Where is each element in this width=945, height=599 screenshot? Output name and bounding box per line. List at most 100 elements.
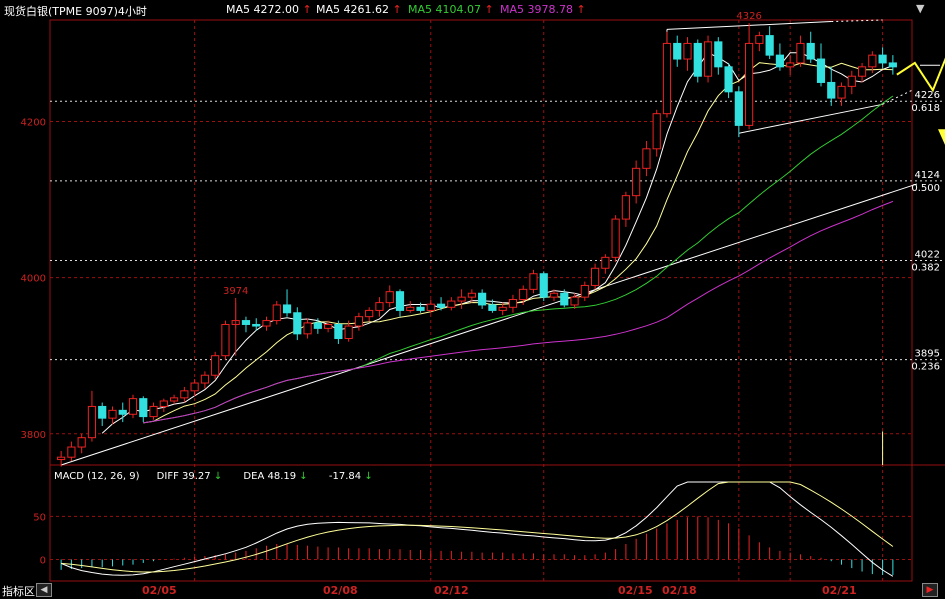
- candle-body: [395, 291, 405, 311]
- candle-body: [149, 405, 158, 418]
- candle-body: [508, 298, 518, 308]
- candle-body: [642, 148, 651, 169]
- fib-ratio-label: 0.618: [911, 103, 940, 114]
- candle-body: [806, 42, 815, 60]
- candle-body: [108, 409, 117, 419]
- candle-body: [601, 256, 610, 269]
- candle-body: [354, 316, 364, 327]
- fib-price-label: 4124: [915, 170, 940, 181]
- projection-path: [896, 57, 945, 93]
- candle-body: [282, 304, 292, 314]
- date-label: 02/21: [822, 584, 857, 597]
- candle-body: [570, 296, 579, 306]
- candle-body: [272, 304, 281, 322]
- macd-dea-line: [61, 481, 894, 573]
- price-tick-label: 3800: [21, 430, 46, 441]
- candle-body: [560, 292, 569, 306]
- channel-bottom-extension: [882, 89, 913, 105]
- candle-body: [385, 291, 394, 304]
- date-label: 02/18: [662, 584, 697, 597]
- candle-body: [436, 303, 446, 308]
- date-label: 02/05: [142, 584, 177, 597]
- candle-body: [652, 113, 661, 150]
- candle-body: [87, 405, 97, 439]
- dropdown-icon[interactable]: ▼: [916, 2, 924, 15]
- grid-lines: [49, 19, 945, 582]
- ma-legend-3: MA5 4104.07 ↑: [408, 3, 494, 16]
- price-chart: 42260.61841240.50040220.38238950.236 380…: [21, 11, 945, 582]
- scroll-left-button[interactable]: ◀: [36, 583, 52, 597]
- ma-line-medium: [143, 62, 893, 424]
- ma-legend-4: MA5 3978.78 ↑: [500, 3, 586, 16]
- candle-body: [406, 306, 415, 311]
- candle-body: [847, 75, 856, 87]
- price-tick-label: 4000: [21, 274, 46, 285]
- candle-body: [529, 273, 538, 290]
- candle-body: [241, 320, 251, 325]
- fib-price-label: 3895: [915, 349, 940, 360]
- candle-body: [693, 42, 702, 77]
- fib-ratio-label: 0.236: [911, 362, 940, 373]
- candle-body: [211, 355, 220, 376]
- candle-body: [67, 446, 76, 458]
- date-label: 02/15: [618, 584, 653, 597]
- candle-body: [775, 54, 785, 68]
- candle-body: [303, 322, 312, 335]
- candle-body: [734, 91, 743, 126]
- candle-body: [467, 292, 476, 298]
- ma-legend-1: MA5 4272.00 ↑: [226, 3, 312, 16]
- candle-body: [868, 54, 877, 68]
- candle-body: [457, 296, 466, 302]
- candle-body: [447, 300, 456, 308]
- candle-body: [662, 42, 672, 115]
- candle-body: [621, 195, 630, 220]
- edge-marker: [938, 129, 945, 145]
- candle-body: [375, 302, 384, 311]
- candle-body: [57, 456, 66, 461]
- candle-body: [714, 41, 723, 68]
- scroll-right-button[interactable]: ▶: [922, 583, 938, 597]
- candle-body: [498, 306, 507, 311]
- channel-bottom-line: [738, 103, 883, 134]
- date-label: 02/08: [323, 584, 358, 597]
- candle-body: [683, 42, 692, 60]
- candle-body: [549, 292, 559, 298]
- candle-body: [580, 284, 589, 298]
- candle-body: [888, 62, 897, 68]
- candle-body: [221, 323, 230, 357]
- candle-body: [365, 309, 374, 318]
- price-annotation: 3974: [223, 286, 248, 297]
- candle-body: [139, 398, 148, 418]
- candle-body: [878, 54, 887, 64]
- candle-body: [611, 218, 620, 258]
- candle-body: [200, 374, 209, 384]
- candle-body: [673, 42, 682, 60]
- candle-body: [252, 323, 261, 327]
- candle-body: [796, 42, 805, 64]
- candle-body: [344, 325, 353, 340]
- candle-body: [426, 303, 435, 311]
- candle-body: [703, 41, 713, 77]
- candle-body: [724, 66, 733, 93]
- candle-body: [827, 81, 836, 99]
- macd-header: MACD (12, 26, 9) DIFF 39.27 ↓ DEA 48.19 …: [54, 471, 373, 482]
- axis-labels: 38004000420005039744326: [21, 11, 762, 566]
- candlesticks: [57, 23, 897, 467]
- candle-body: [190, 382, 199, 392]
- trend-lines: [60, 19, 945, 466]
- fibonacci-levels: 42260.61841240.50040220.38238950.236: [50, 90, 945, 373]
- ma-legend-2: MA5 4261.62 ↑: [316, 3, 402, 16]
- candle-body: [416, 306, 425, 311]
- support-trendline: [60, 183, 918, 466]
- candle-body: [478, 292, 487, 306]
- candle-body: [77, 437, 86, 448]
- candle-body: [334, 323, 343, 340]
- candle-body: [765, 35, 774, 56]
- macd-panel: [60, 481, 894, 577]
- candle-body: [159, 400, 168, 407]
- candle-body: [262, 320, 271, 327]
- candle-body: [488, 304, 497, 311]
- candle-body: [180, 390, 189, 399]
- candle-body: [590, 267, 600, 286]
- indicator-tab[interactable]: 指标区: [2, 583, 35, 599]
